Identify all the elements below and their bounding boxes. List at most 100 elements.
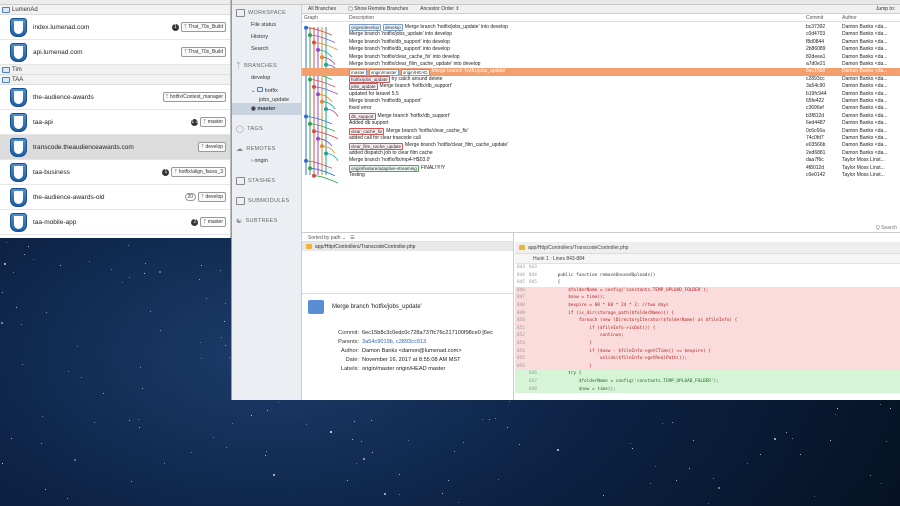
- commit-row[interactable]: origin/develop develop Merge branch 'hotfi…: [302, 24, 900, 32]
- sidebar-branch-master[interactable]: ◉ master: [232, 103, 301, 115]
- repo-row[interactable]: taa-mobile-app 2 ᛉ master: [0, 210, 230, 235]
- repo-group-header[interactable]: LumenAd: [0, 5, 230, 15]
- diff-line-removed[interactable]: 853 }: [515, 339, 900, 348]
- diff-line-context[interactable]: 845 845 {: [515, 279, 900, 287]
- commit-row[interactable]: updated for laravel 5.5 b19fc944 Damon Ban…: [302, 91, 900, 98]
- all-branches-dropdown[interactable]: All Branches: [308, 6, 336, 12]
- star: [2, 292, 3, 293]
- author-key: Author:: [340, 348, 359, 354]
- star: [835, 414, 836, 415]
- star: [22, 364, 23, 365]
- sidebar-section-remotes[interactable]: ☁ REMOTES: [232, 135, 301, 155]
- commit-row[interactable]: Testing c0e0142 Taylor Moss Linst...: [302, 172, 900, 179]
- column-description[interactable]: Description: [349, 15, 374, 21]
- star: [4, 263, 6, 265]
- commit-row[interactable]: Merge branch 'hotfix/db_support' into de…: [302, 46, 900, 53]
- commit-row[interactable]: origin/feature/adaptive-streaming FINAL!!…: [302, 165, 900, 172]
- changed-file-row[interactable]: app/Http/Controllers/TranscodeController…: [302, 242, 513, 251]
- repo-row[interactable]: api.lumenad.com ᛉ That_70s_Build: [0, 40, 230, 65]
- commit-row[interactable]: master origin/master origin/HEAD Merge bran…: [302, 68, 900, 76]
- sidebar-item-history[interactable]: History: [232, 31, 301, 43]
- repo-group-header[interactable]: Tim: [0, 65, 230, 75]
- diff-line-removed[interactable]: 852 continue;: [515, 332, 900, 340]
- repo-branch-name: develop: [205, 144, 223, 150]
- diff-line-context[interactable]: 843 843: [515, 264, 900, 272]
- sidebar-item-file-status[interactable]: File status: [232, 19, 301, 31]
- commit-row[interactable]: Merge branch 'hotfix/jobs_update' into d…: [302, 31, 900, 38]
- ancestor-label: Ancestor Order: [420, 6, 455, 12]
- repo-row[interactable]: taa-business 1 ᛉ hotfix/align_faces_3: [0, 160, 230, 185]
- commit-row[interactable]: fixed error c3696ef Damon Banks <da...: [302, 105, 900, 112]
- diff-line-added[interactable]: 846 try {: [515, 370, 900, 378]
- column-graph[interactable]: Graph: [304, 15, 318, 21]
- commit-row[interactable]: Merge branch 'hotfix/db_support' into de…: [302, 39, 900, 46]
- diff-line-added[interactable]: 847 $folderName = config('constants.TEMP…: [515, 377, 900, 386]
- column-author[interactable]: Author: [842, 15, 857, 21]
- diff-line-context[interactable]: 844 844 public function removeUnusedUploa…: [515, 272, 900, 280]
- repo-row[interactable]: the-audience-awards ᛉ hotfix/Contest_mana…: [0, 85, 230, 110]
- jump-to-field[interactable]: Jump to:: [876, 6, 895, 12]
- sidebar-section-stashes[interactable]: STASHES: [232, 167, 301, 187]
- commit-row[interactable]: Merge branch 'hotfix/clear_film_cache_up…: [302, 61, 900, 68]
- diff-line-removed[interactable]: 855 unlink($fileInfo->getRealPath());: [515, 355, 900, 363]
- commit-row[interactable]: jobs_update Merge branch 'hotfix/db_suppo…: [302, 83, 900, 91]
- diff-line-removed[interactable]: 846 $folderName = config('constants.TEMP…: [515, 286, 900, 295]
- diff-line-removed[interactable]: 848 $expire = 60 * 60 * 24 * 2; //two da…: [515, 301, 900, 310]
- ancestor-order-dropdown[interactable]: Ancestor Order ⇕: [420, 6, 460, 12]
- sidebar-item-search[interactable]: Search: [232, 43, 301, 55]
- commit-row[interactable]: added call for clear trascode cull 74c0fd…: [302, 135, 900, 142]
- diff-line-removed[interactable]: 856 }: [515, 362, 900, 371]
- star: [111, 269, 112, 270]
- star: [122, 282, 123, 283]
- sidebar-section-branches[interactable]: ᛉ BRANCHES: [232, 55, 301, 72]
- repo-row[interactable]: the-audience-awards-old 20 ᛉ develop: [0, 185, 230, 210]
- parents-links[interactable]: 3a54c9019b, c2893cc913: [362, 339, 426, 345]
- diff-code: $folderName = config('constants.TEMP_UPL…: [547, 378, 719, 384]
- old-line-number: 847: [517, 295, 525, 301]
- show-remote-branches-toggle[interactable]: ▢ Show Remote Branches: [348, 6, 408, 12]
- diff-line-removed[interactable]: 851 if ($fileInfo->isDot()) {: [515, 324, 900, 333]
- sidebar-section-tags[interactable]: ◯ TAGS: [232, 115, 301, 135]
- star: [662, 423, 663, 424]
- sidebar-remote-origin[interactable]: › origin: [232, 155, 301, 167]
- repo-group-header[interactable]: TAA: [0, 75, 230, 85]
- commit-row[interactable]: Merge branch 'hotfix/fix/mp4-H$03.0' daa7…: [302, 157, 900, 164]
- sidebar-section-subtrees[interactable]: ☯ SUBTREES: [232, 207, 301, 227]
- repo-name: taa-mobile-app: [33, 218, 77, 226]
- commit-row[interactable]: Added db support 6ed4487 Damon Banks <da..…: [302, 120, 900, 127]
- diff-line-added[interactable]: 848 $now = time();: [515, 385, 900, 394]
- star: [655, 466, 656, 467]
- commit-row[interactable]: clear_cache_fix Merge branch 'hotfix/clea…: [302, 128, 900, 135]
- star: [760, 454, 761, 455]
- diff-line-removed[interactable]: 854 if ($now - $fileInfo->getCTime() >= …: [515, 347, 900, 356]
- commit-row[interactable]: Merge branch 'hotfix/db_support' 65fe422 D…: [302, 98, 900, 105]
- search-field[interactable]: Q Search: [876, 225, 897, 231]
- repo-row[interactable]: transcode.theaudienceawards.com ᛉ develop: [0, 135, 230, 160]
- star: [361, 441, 362, 442]
- sidebar-folder-hotfix[interactable]: ⌄ hotfix: [232, 84, 301, 97]
- commit-hash: 4f8012d: [806, 164, 825, 171]
- diff-line-removed[interactable]: 847 $now = time();: [515, 294, 900, 302]
- ref-label: clear_film_cache_update: [349, 142, 404, 150]
- sidebar-branch-develop[interactable]: develop: [232, 72, 301, 84]
- diff-line-removed[interactable]: 850 foreach (new \DirectoryIterator($fol…: [515, 317, 900, 325]
- star: [708, 503, 709, 504]
- repo-row[interactable]: index.lumenad.com 1 ᛉ That_70s_Build: [0, 15, 230, 40]
- column-commit[interactable]: Commit: [806, 15, 823, 21]
- new-line-number: 847: [529, 378, 537, 384]
- commit-row[interactable]: added dispatch job to clear film cache 2e…: [302, 150, 900, 157]
- repo-row[interactable]: taa-api 1 1ᛉ master: [0, 110, 230, 135]
- commit-row[interactable]: clear_film_cache_update Merge branch 'hot…: [302, 142, 900, 150]
- star: [632, 448, 633, 449]
- ref-label: clear_cache_fix: [349, 127, 385, 135]
- diff-line-removed[interactable]: 849 if (is_dir(storage_path($folderName)…: [515, 309, 900, 318]
- commit-row[interactable]: db_support Merge branch 'hotfix/db_suppor…: [302, 113, 900, 120]
- diff-code: }: [547, 340, 592, 346]
- repo-name: taa-business: [33, 168, 70, 176]
- diff-code: if ($now - $fileInfo->getCTime() >= $exp…: [547, 348, 711, 354]
- ref-label: origin/develop: [349, 24, 382, 32]
- sort-by-path-dropdown[interactable]: Sorted by path ⌄ ☰: [302, 233, 513, 242]
- commit-row[interactable]: Merge branch 'hotfix/clear_cache_fix' in…: [302, 54, 900, 61]
- commit-row[interactable]: hotfix/jobs_update try catch around delet…: [302, 76, 900, 83]
- sidebar-section-submodules[interactable]: SUBMODULES: [232, 187, 301, 207]
